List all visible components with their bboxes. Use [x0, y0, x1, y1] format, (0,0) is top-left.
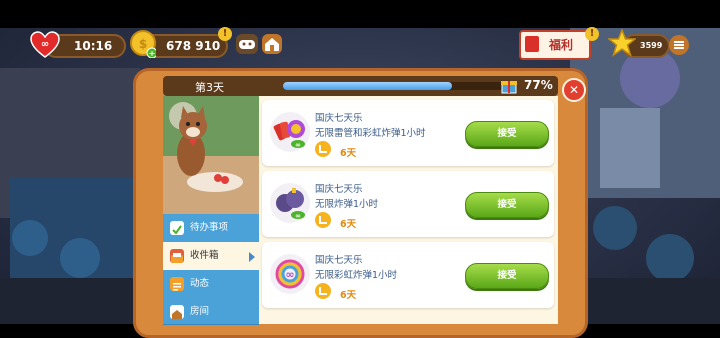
- room-icon: [170, 305, 184, 319]
- rainbow-infinite-icon: ∞: [270, 254, 310, 294]
- menu-icon[interactable]: [669, 35, 689, 55]
- star-amount: 3599: [640, 41, 663, 50]
- clock-icon: [315, 141, 331, 157]
- news-icon: [170, 277, 184, 291]
- status-bar: [0, 0, 720, 28]
- sidebar-item-label: 收件箱: [190, 250, 219, 261]
- mail-description: 无限雷管和彩虹炸弹1小时: [315, 128, 426, 139]
- welfare-label: 福利: [549, 38, 574, 52]
- svg-text:+: +: [149, 49, 156, 58]
- close-button[interactable]: ✕: [562, 78, 586, 102]
- welfare-notification-badge: !: [585, 27, 599, 41]
- sidebar-item-news[interactable]: 动态: [163, 270, 259, 299]
- sidebar-item-label: 动态: [190, 278, 210, 289]
- chevron-right-icon: [249, 252, 255, 262]
- day-label: 第3天: [195, 81, 224, 94]
- notification-badge: !: [218, 27, 232, 41]
- mail-title: 国庆七天乐: [315, 113, 363, 124]
- day-progress-fill: [283, 82, 453, 90]
- accept-button[interactable]: 接受: [465, 263, 549, 289]
- mail-description: 无限炸弹1小时: [315, 199, 379, 210]
- mail-description: 无限彩虹炸弹1小时: [315, 270, 398, 281]
- lives-time: 10:16: [74, 39, 113, 53]
- days-remaining: 6天: [340, 148, 357, 159]
- gift-box-icon: [500, 76, 518, 94]
- welfare-button[interactable]: 福利: [519, 30, 591, 60]
- tnt-rainbow-infinite-icon: ∞: [270, 112, 310, 152]
- coin-icon: $ +: [130, 30, 158, 59]
- sidebar-item-room[interactable]: 房间: [163, 298, 259, 325]
- mailbox-icon: [170, 249, 184, 263]
- clock-icon: [315, 283, 331, 299]
- sidebar-item-todo[interactable]: 待办事项: [163, 214, 259, 243]
- mail-card: ∞ 国庆七天乐 无限彩虹炸弹1小时 6天 接受: [262, 242, 554, 308]
- heart-infinite-icon: ∞: [30, 31, 60, 59]
- sidebar-item-label: 房间: [190, 306, 210, 317]
- mail-card: ∞ 国庆七天乐 无限雷管和彩虹炸弹1小时 6天 接受: [262, 100, 554, 166]
- mail-card: ∞ 国庆七天乐 无限炸弹1小时 6天 接受: [262, 171, 554, 237]
- accept-button[interactable]: 接受: [465, 121, 549, 147]
- mail-title: 国庆七天乐: [315, 255, 363, 266]
- gamepad-icon[interactable]: [236, 34, 258, 54]
- sidebar-item-label: 待办事项: [190, 222, 229, 233]
- svg-text:$: $: [139, 37, 147, 51]
- days-remaining: 6天: [340, 219, 357, 230]
- home-icon[interactable]: [262, 34, 282, 54]
- checklist-icon: [170, 221, 184, 235]
- sidebar-item-inbox[interactable]: 收件箱: [163, 242, 259, 271]
- clock-icon: [315, 212, 331, 228]
- svg-text:∞: ∞: [295, 212, 301, 220]
- svg-text:∞: ∞: [41, 39, 49, 50]
- mail-title: 国庆七天乐: [315, 184, 363, 195]
- progress-percent: 77%: [524, 78, 553, 92]
- accept-button[interactable]: 接受: [465, 192, 549, 218]
- bomb-infinite-icon: ∞: [270, 183, 310, 223]
- svg-text:∞: ∞: [285, 268, 294, 281]
- coin-amount: 678 910: [166, 39, 221, 53]
- days-remaining: 6天: [340, 290, 357, 301]
- close-icon: ✕: [568, 83, 580, 97]
- svg-text:∞: ∞: [295, 141, 301, 149]
- cat-character-portrait: [163, 96, 259, 214]
- gift-envelope-icon: [525, 36, 539, 52]
- star-icon: [606, 27, 638, 57]
